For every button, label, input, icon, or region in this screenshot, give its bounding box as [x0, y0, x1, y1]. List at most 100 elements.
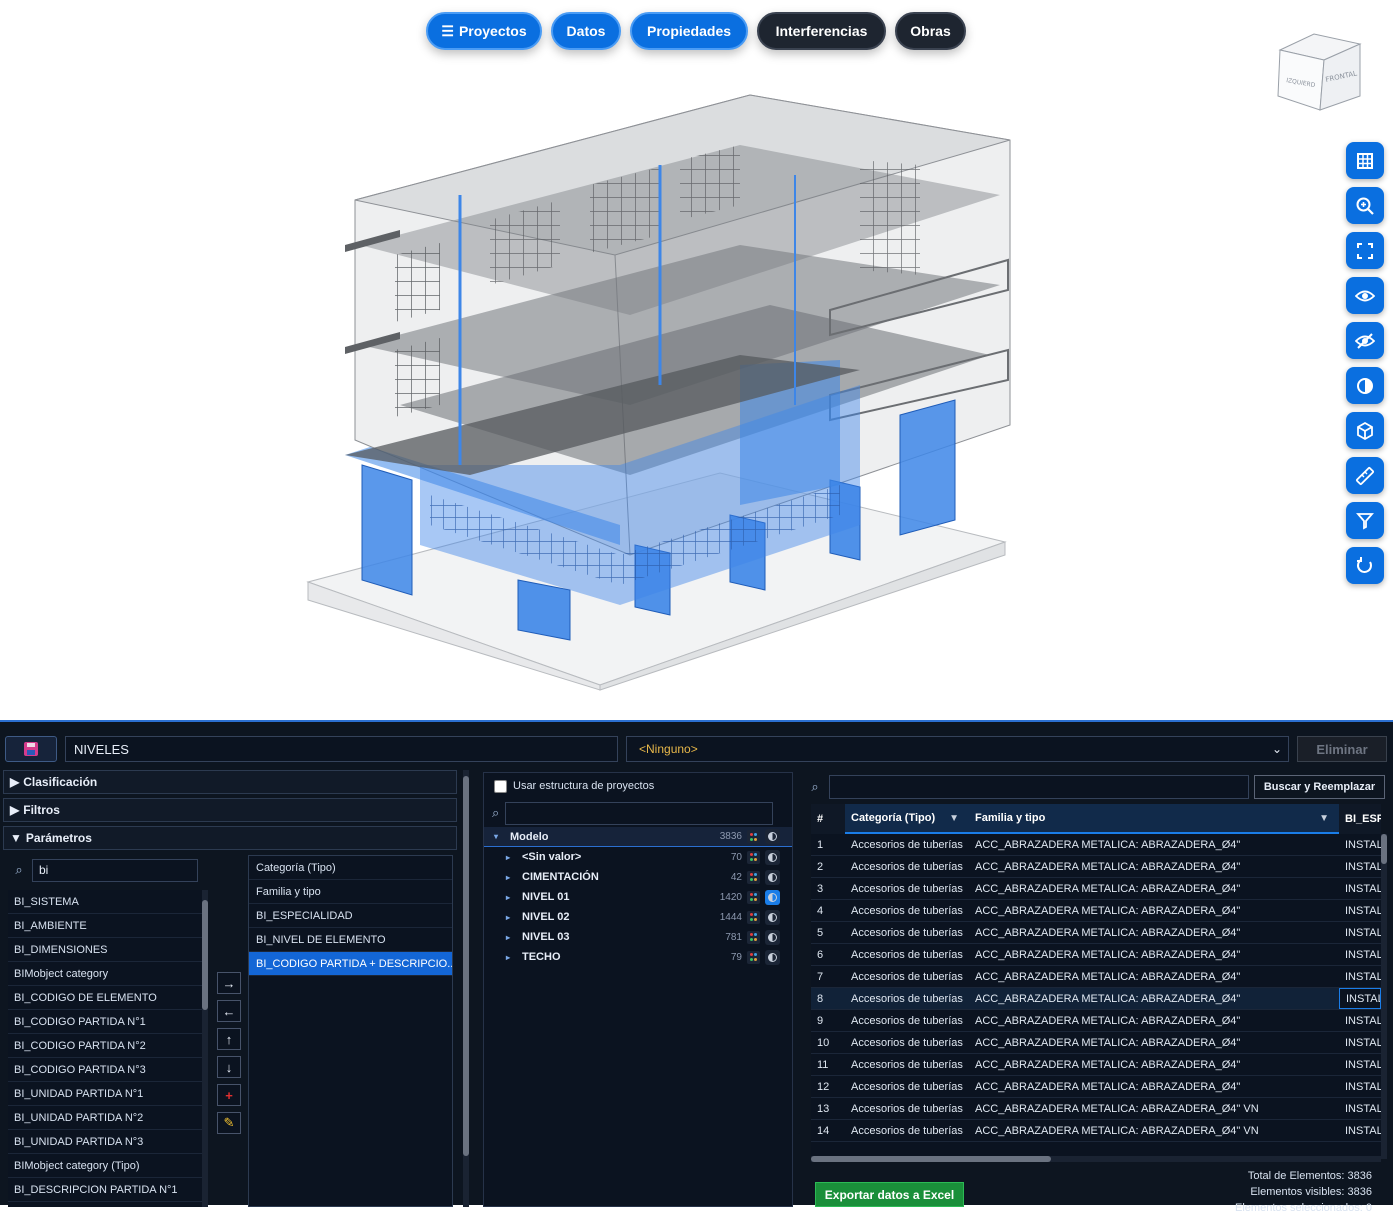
table-cell[interactable]: INSTAL — [1339, 922, 1381, 943]
building-3d-model[interactable] — [300, 85, 1020, 695]
list-item[interactable]: BI_AMBIENTE — [8, 914, 202, 938]
fullscreen-icon[interactable] — [1346, 232, 1384, 269]
isolate-toggle-icon[interactable] — [765, 869, 780, 885]
color-palette-icon[interactable] — [747, 850, 760, 864]
table-cell[interactable]: INSTAL — [1339, 1054, 1381, 1075]
table-cell[interactable]: 13 — [811, 1098, 845, 1119]
table-cell[interactable]: Accesorios de tuberías — [845, 944, 969, 965]
color-palette-icon[interactable] — [747, 890, 760, 904]
contrast-icon[interactable] — [1346, 367, 1384, 404]
tree-node[interactable]: ▸ CIMENTACIÓN 42 — [484, 867, 792, 887]
move-up-button[interactable]: ↑ — [217, 1028, 241, 1050]
reset-icon[interactable] — [1346, 547, 1384, 584]
tree-node[interactable]: ▸ NIVEL 03 781 — [484, 927, 792, 947]
caret-right-icon[interactable]: ▸ — [502, 893, 514, 902]
table-cell[interactable]: Accesorios de tuberías — [845, 1076, 969, 1097]
list-item-selected[interactable]: BI_CODIGO PARTIDA + DESCRIPCIO... — [249, 952, 452, 976]
table-cell[interactable]: ACC_ABRAZADERA METALICA: ABRAZADERA_Ø4" … — [969, 1120, 1339, 1141]
table-row[interactable]: 11 Accesorios de tuberías ACC_ABRAZADERA M… — [811, 1054, 1381, 1076]
table-cell[interactable]: INSTAL — [1339, 1120, 1381, 1141]
table-row[interactable]: 13 Accesorios de tuberías ACC_ABRAZADERA M… — [811, 1098, 1381, 1120]
table-row[interactable]: 1 Accesorios de tuberías ACC_ABRAZADERA ME… — [811, 834, 1381, 856]
structure-checkbox-row[interactable]: Usar estructura de proyectos — [484, 773, 792, 799]
caret-right-icon[interactable]: ▸ — [502, 953, 514, 962]
cube-icon[interactable] — [1346, 412, 1384, 449]
table-cell[interactable]: INSTAL — [1339, 1076, 1381, 1097]
isolate-toggle-icon[interactable] — [765, 829, 780, 844]
list-item[interactable]: BIMobject category — [8, 962, 202, 986]
table-cell[interactable]: 8 — [811, 988, 845, 1009]
table-row[interactable]: 14 Accesorios de tuberías ACC_ABRAZADERA M… — [811, 1120, 1381, 1142]
list-item[interactable]: BI_NIVEL DE ELEMENTO — [249, 928, 452, 952]
table-cell[interactable]: ACC_ABRAZADERA METALICA: ABRAZADERA_Ø4" … — [969, 1098, 1339, 1119]
isolate-toggle-icon[interactable] — [765, 909, 780, 925]
isolate-toggle-icon[interactable] — [765, 929, 780, 945]
tree-search-input[interactable] — [505, 801, 774, 825]
table-cell[interactable]: INSTAL — [1339, 944, 1381, 965]
add-button[interactable]: + — [217, 1084, 241, 1106]
column-header-bi-esp[interactable]: BI_ESP — [1339, 804, 1381, 834]
table-name-input[interactable]: NIVELES — [65, 736, 618, 762]
table-icon[interactable] — [1346, 142, 1384, 179]
table-cell[interactable]: Accesorios de tuberías — [845, 1010, 969, 1031]
list-item[interactable]: BI_UNIDAD PARTIDA N°1 — [8, 1082, 202, 1106]
table-row[interactable]: 2 Accesorios de tuberías ACC_ABRAZADERA ME… — [811, 856, 1381, 878]
list-item[interactable]: BI_CODIGO PARTIDA N°1 — [8, 1010, 202, 1034]
table-cell[interactable]: 11 — [811, 1054, 845, 1075]
grid-search-input[interactable] — [829, 775, 1249, 799]
table-cell[interactable]: Accesorios de tuberías — [845, 856, 969, 877]
tree-node[interactable]: ▸ NIVEL 01 1420 — [484, 887, 792, 907]
move-down-button[interactable]: ↓ — [217, 1056, 241, 1078]
section-clasificacion[interactable]: ▶ Clasificación — [3, 770, 457, 794]
isolate-toggle-icon[interactable] — [765, 949, 780, 965]
tree-root-node[interactable]: ▾ Modelo 3836 — [484, 827, 792, 847]
table-cell[interactable]: INSTAL — [1339, 1098, 1381, 1119]
grid-horizontal-scrollbar[interactable] — [811, 1156, 1381, 1162]
table-cell[interactable]: ACC_ABRAZADERA METALICA: ABRAZADERA_Ø4" — [969, 900, 1339, 921]
save-button[interactable] — [5, 736, 57, 762]
table-cell[interactable]: 7 — [811, 966, 845, 987]
table-cell[interactable]: ACC_ABRAZADERA METALICA: ABRAZADERA_Ø4" — [969, 1010, 1339, 1031]
table-cell[interactable]: 5 — [811, 922, 845, 943]
table-cell[interactable]: 3 — [811, 878, 845, 899]
pencil-icon[interactable]: ✎ — [217, 1112, 241, 1134]
list-item[interactable]: BI_DESCRIPCION PARTIDA N°1 — [8, 1178, 202, 1202]
table-cell[interactable]: ACC_ABRAZADERA METALICA: ABRAZADERA_Ø4" — [969, 1076, 1339, 1097]
list-item[interactable]: BI_ESPECIALIDAD — [249, 904, 452, 928]
table-cell[interactable]: ACC_ABRAZADERA METALICA: ABRAZADERA_Ø4" — [969, 988, 1339, 1009]
caret-down-icon[interactable]: ▾ — [490, 832, 502, 841]
color-palette-icon[interactable] — [747, 910, 760, 924]
nav-obras-button[interactable]: Obras — [895, 12, 966, 50]
table-cell[interactable]: ACC_ABRAZADERA METALICA: ABRAZADERA_Ø4" — [969, 1032, 1339, 1053]
table-cell[interactable]: 4 — [811, 900, 845, 921]
table-row[interactable]: 10 Accesorios de tuberías ACC_ABRAZADERA M… — [811, 1032, 1381, 1054]
table-cell[interactable]: Accesorios de tuberías — [845, 878, 969, 899]
table-cell[interactable]: Accesorios de tuberías — [845, 1032, 969, 1053]
tree-node[interactable]: ▸ NIVEL 02 1444 — [484, 907, 792, 927]
eye-slash-icon[interactable] — [1346, 322, 1384, 359]
table-cell[interactable]: INSTAL — [1339, 856, 1381, 877]
table-row[interactable]: 6 Accesorios de tuberías ACC_ABRAZADERA ME… — [811, 944, 1381, 966]
list-item[interactable]: BI_CODIGO PARTIDA N°2 — [8, 1034, 202, 1058]
caret-right-icon[interactable]: ▸ — [502, 913, 514, 922]
model-viewer[interactable]: ☰ Proyectos Datos Propiedades Interferen… — [0, 0, 1393, 720]
isolate-toggle-icon[interactable] — [765, 889, 780, 905]
table-row[interactable]: 7 Accesorios de tuberías ACC_ABRAZADERA ME… — [811, 966, 1381, 988]
list-item[interactable]: BI_CODIGO PARTIDA N°3 — [8, 1058, 202, 1082]
table-row[interactable]: 8 Accesorios de tuberías ACC_ABRAZADERA ME… — [811, 988, 1381, 1010]
table-cell[interactable]: 14 — [811, 1120, 845, 1141]
table-cell[interactable]: 10 — [811, 1032, 845, 1053]
isolate-toggle-icon[interactable] — [765, 849, 780, 865]
color-palette-icon[interactable] — [747, 930, 760, 944]
table-row[interactable]: 4 Accesorios de tuberías ACC_ABRAZADERA ME… — [811, 900, 1381, 922]
grid-vertical-scrollbar[interactable] — [1381, 834, 1387, 1159]
list-item[interactable]: BIMobject category (Tipo) — [8, 1154, 202, 1178]
tree-node[interactable]: ▸ TECHO 79 — [484, 947, 792, 967]
zoom-in-icon[interactable] — [1346, 187, 1384, 224]
table-row[interactable]: 12 Accesorios de tuberías ACC_ABRAZADERA M… — [811, 1076, 1381, 1098]
find-replace-button[interactable]: Buscar y Reemplazar — [1254, 775, 1385, 799]
list-item[interactable]: Familia y tipo — [249, 880, 452, 904]
table-cell[interactable]: ACC_ABRAZADERA METALICA: ABRAZADERA_Ø4" — [969, 834, 1339, 855]
caret-right-icon[interactable]: ▸ — [502, 873, 514, 882]
list-item[interactable]: BI_DIMENSIONES — [8, 938, 202, 962]
